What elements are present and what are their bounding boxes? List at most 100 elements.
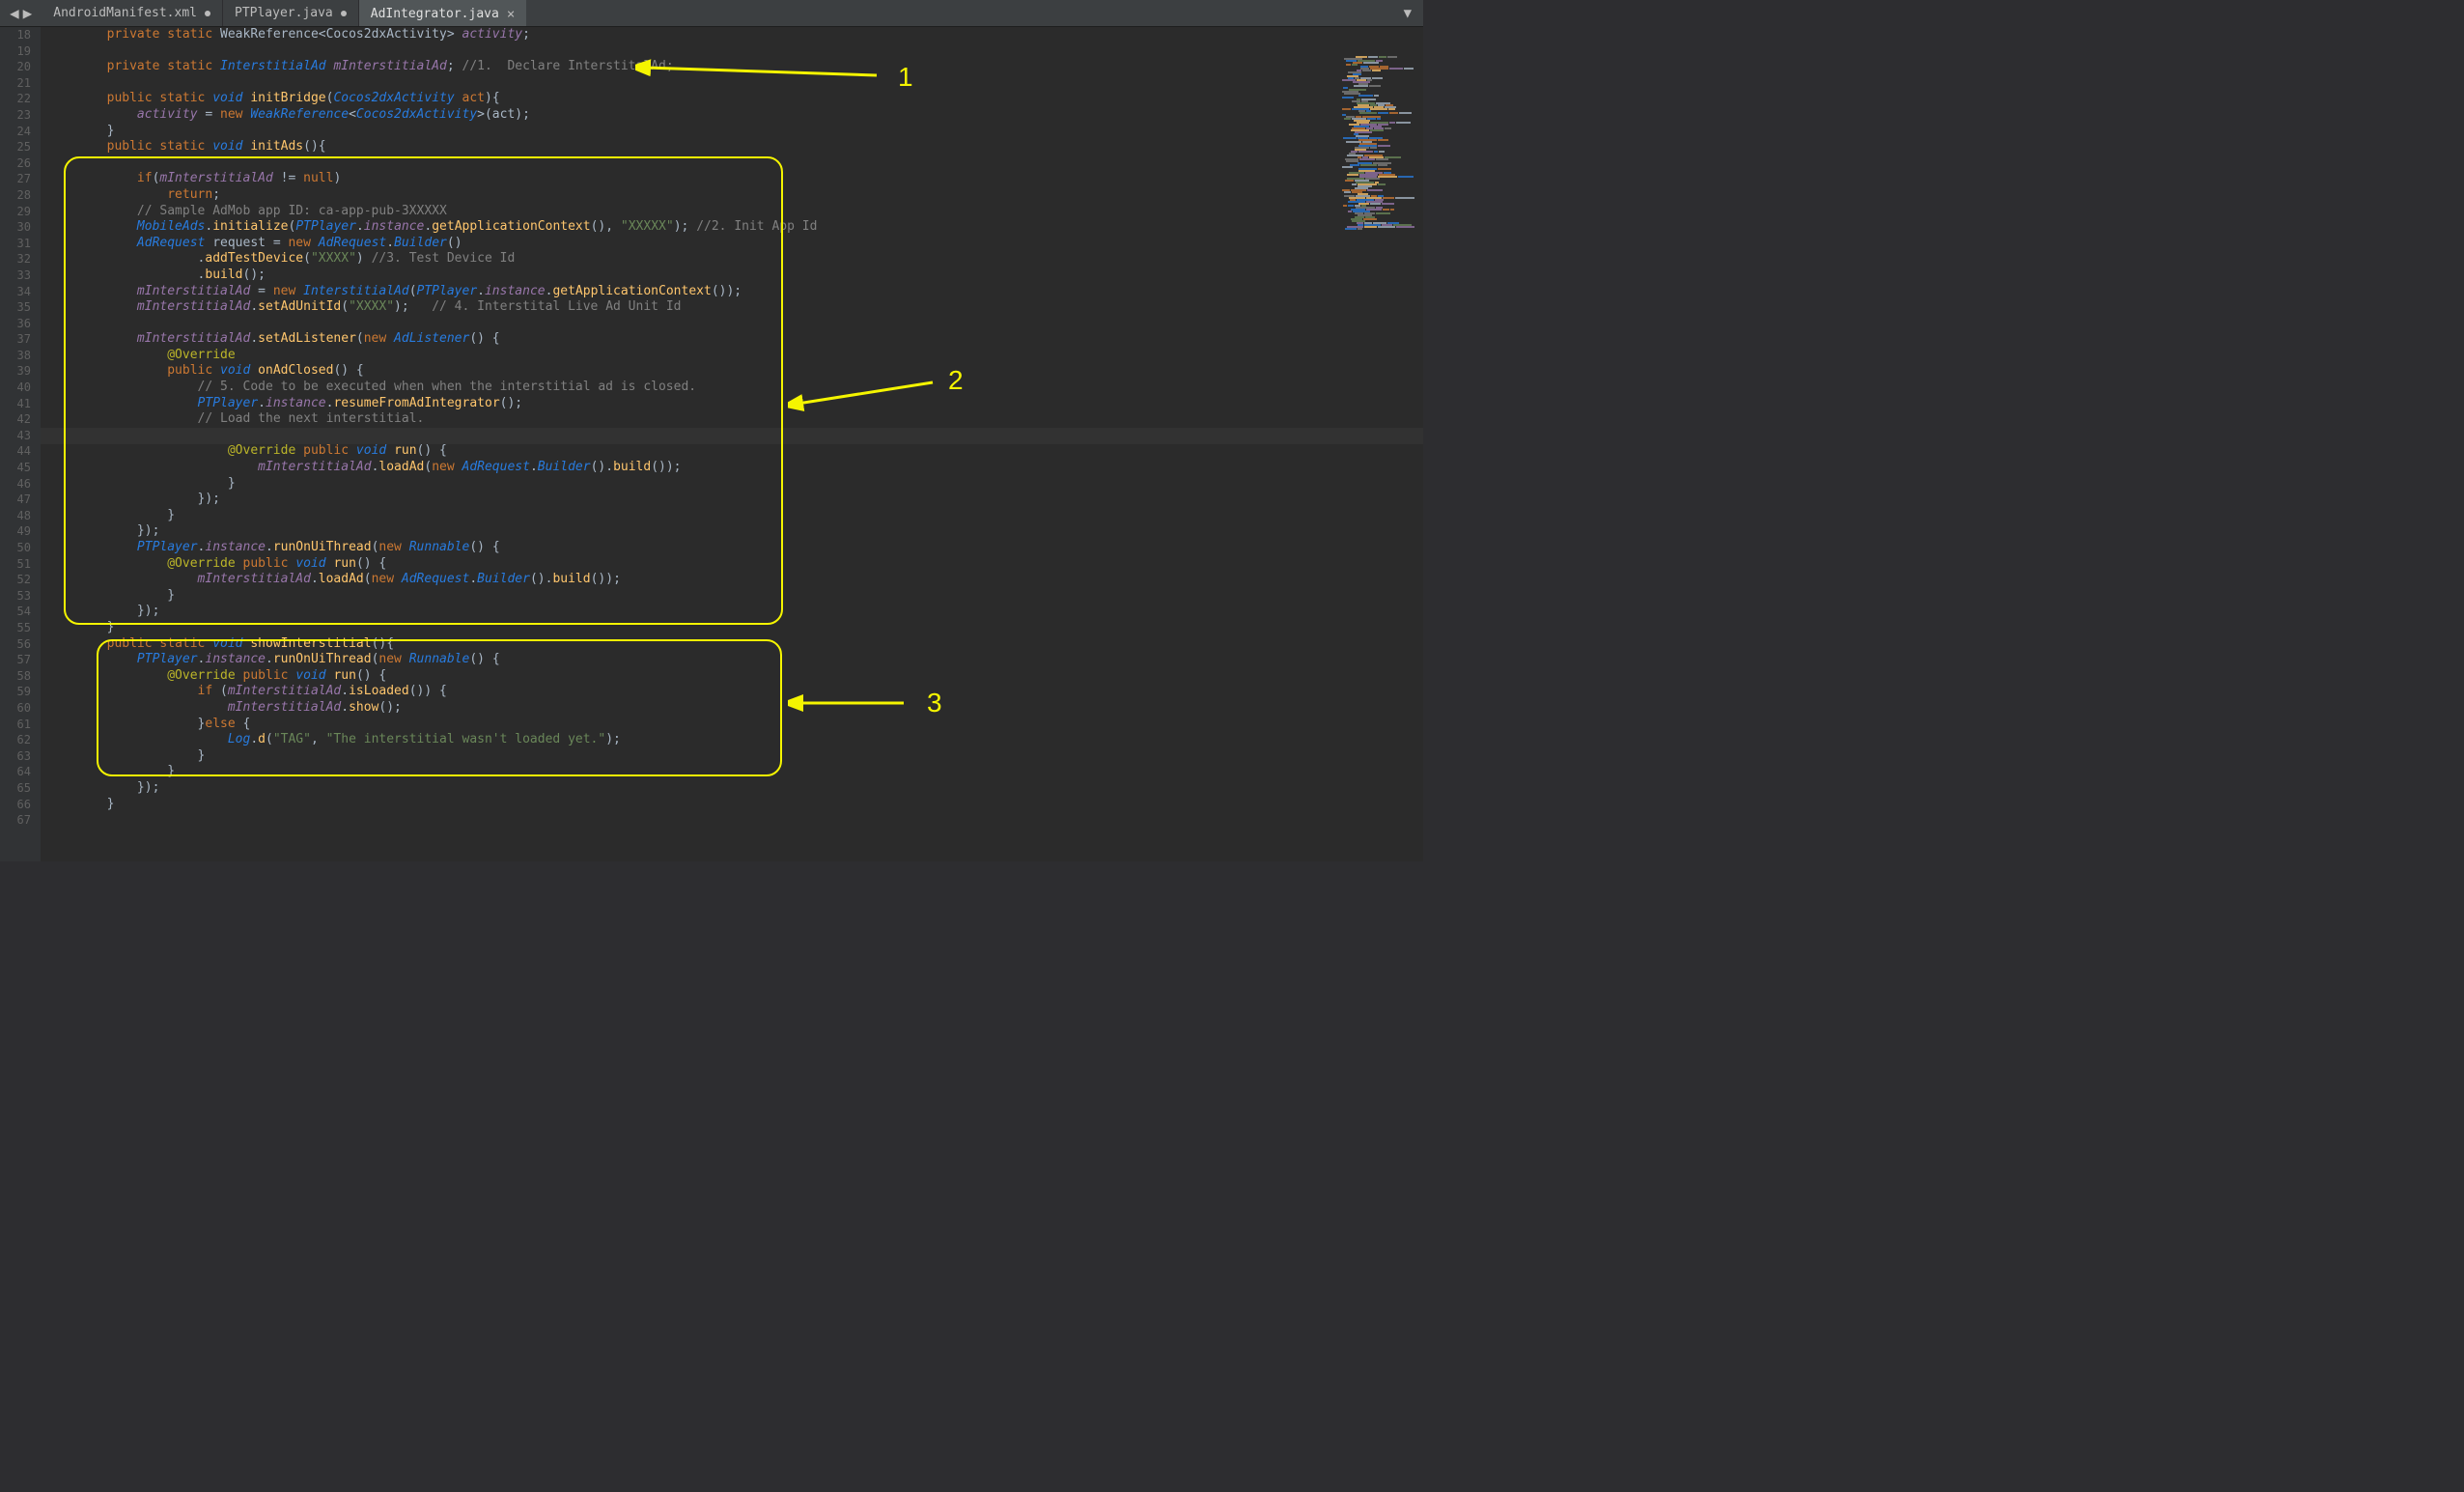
editor-area: 1819202122232425262728293031323334353637…	[0, 27, 1423, 861]
code-line[interactable]: PTPlayer.instance.runOnUiThread(new Runn…	[46, 540, 1423, 556]
nav-forward-icon[interactable]: ▶	[23, 4, 33, 22]
code-line[interactable]: mInterstitialAd.setAdListener(new AdList…	[46, 331, 1423, 348]
code-line[interactable]: mInterstitialAd.loadAd(new AdRequest.Bui…	[46, 572, 1423, 588]
code-line[interactable]: PTPlayer.instance.resumeFromAdIntegrator…	[46, 396, 1423, 412]
line-number: 35	[0, 299, 31, 316]
code-line[interactable]: public void onAdClosed() {	[46, 363, 1423, 380]
code-line[interactable]: public static void initAds(){	[46, 139, 1423, 155]
code-line[interactable]: });	[46, 523, 1423, 540]
code-pane[interactable]: private static WeakReference<Cocos2dxAct…	[41, 27, 1423, 861]
code-line[interactable]: MobileAds.initialize(PTPlayer.instance.g…	[46, 219, 1423, 236]
code-line[interactable]: @Override public void run() {	[46, 668, 1423, 685]
line-number: 39	[0, 363, 31, 380]
code-line[interactable]: }else {	[46, 717, 1423, 733]
line-number: 59	[0, 684, 31, 700]
line-number: 28	[0, 187, 31, 204]
code-line[interactable]: });	[46, 780, 1423, 797]
line-number: 36	[0, 316, 31, 332]
code-line[interactable]: return;	[46, 187, 1423, 204]
line-number: 23	[0, 107, 31, 124]
line-number: 26	[0, 155, 31, 172]
line-number: 45	[0, 460, 31, 476]
line-number: 56	[0, 636, 31, 653]
tab-adintegrator-java[interactable]: AdIntegrator.java ×	[359, 0, 527, 26]
line-number: 38	[0, 348, 31, 364]
code-line[interactable]: PTPlayer.instance.runOnUiThread(new Runn…	[46, 652, 1423, 668]
code-line[interactable]: AdRequest request = new AdRequest.Builde…	[46, 236, 1423, 252]
line-number: 29	[0, 204, 31, 220]
line-number: 55	[0, 620, 31, 636]
line-number: 66	[0, 797, 31, 813]
code-line[interactable]: mInterstitialAd.setAdUnitId("XXXX"); // …	[46, 299, 1423, 316]
line-number: 41	[0, 396, 31, 412]
code-line[interactable]: }	[46, 764, 1423, 780]
code-line[interactable]: });	[46, 604, 1423, 620]
code-line[interactable]	[46, 43, 1423, 60]
line-number: 50	[0, 540, 31, 556]
code-line[interactable]: private static WeakReference<Cocos2dxAct…	[46, 27, 1423, 43]
line-number: 21	[0, 75, 31, 92]
line-number: 24	[0, 124, 31, 140]
code-line[interactable]: }	[46, 797, 1423, 813]
code-line[interactable]: Log.d("TAG", "The interstitial wasn't lo…	[46, 732, 1423, 748]
code-line[interactable]: mInterstitialAd.show();	[46, 700, 1423, 717]
line-number: 34	[0, 284, 31, 300]
code-line[interactable]: mInterstitialAd.loadAd(new AdRequest.Bui…	[46, 460, 1423, 476]
line-number: 44	[0, 443, 31, 460]
close-icon[interactable]: ×	[507, 7, 515, 22]
code-line[interactable]: // 5. Code to be executed when when the …	[46, 380, 1423, 396]
code-line[interactable]: public static void initBridge(Cocos2dxAc…	[46, 91, 1423, 107]
line-number: 57	[0, 652, 31, 668]
code-line[interactable]	[46, 812, 1423, 829]
nav-back-icon[interactable]: ◀	[10, 4, 19, 22]
line-number: 46	[0, 476, 31, 493]
line-number: 65	[0, 780, 31, 797]
line-number: 33	[0, 267, 31, 284]
line-number: 60	[0, 700, 31, 717]
tab-androidmanifest-xml[interactable]: AndroidManifest.xml	[42, 0, 223, 26]
line-number: 49	[0, 523, 31, 540]
code-line[interactable]	[46, 155, 1423, 172]
line-number: 47	[0, 492, 31, 508]
code-line[interactable]: private static InterstitialAd mInterstit…	[46, 59, 1423, 75]
line-number: 54	[0, 604, 31, 620]
code-line[interactable]: public static void showInterstitial(){	[46, 636, 1423, 653]
tabs-container: AndroidManifest.xmlPTPlayer.javaAdIntegr…	[42, 0, 526, 26]
tab-label: AdIntegrator.java	[371, 7, 499, 21]
code-line[interactable]: if (mInterstitialAd.isLoaded()) {	[46, 684, 1423, 700]
code-line[interactable]: @Override	[46, 348, 1423, 364]
code-line[interactable]: // Load the next interstitial.	[46, 411, 1423, 428]
code-line[interactable]: @Override public void run() {	[46, 556, 1423, 573]
code-line[interactable]	[46, 316, 1423, 332]
code-line[interactable]	[46, 75, 1423, 92]
code-line[interactable]: // Sample AdMob app ID: ca-app-pub-3XXXX…	[46, 204, 1423, 220]
line-number: 52	[0, 572, 31, 588]
code-line[interactable]: .addTestDevice("XXXX") //3. Test Device …	[46, 251, 1423, 267]
line-number: 37	[0, 331, 31, 348]
code-line[interactable]: }	[46, 508, 1423, 524]
code-line[interactable]: mInterstitialAd = new InterstitialAd(PTP…	[46, 284, 1423, 300]
nav-arrows: ◀ ▶	[0, 4, 42, 22]
line-number: 48	[0, 508, 31, 524]
tab-ptplayer-java[interactable]: PTPlayer.java	[223, 0, 359, 26]
code-line[interactable]: @Override public void run() {	[46, 443, 1423, 460]
code-line[interactable]: }	[46, 124, 1423, 140]
code-line[interactable]: activity = new WeakReference<Cocos2dxAct…	[46, 107, 1423, 124]
tab-label: AndroidManifest.xml	[53, 6, 197, 20]
line-number: 19	[0, 43, 31, 60]
code-line[interactable]: }	[46, 620, 1423, 636]
line-number: 25	[0, 139, 31, 155]
code-line[interactable]: .build();	[46, 267, 1423, 284]
line-number: 30	[0, 219, 31, 236]
line-number: 64	[0, 764, 31, 780]
line-number: 51	[0, 556, 31, 573]
line-number: 32	[0, 251, 31, 267]
line-number: 62	[0, 732, 31, 748]
code-line[interactable]: }	[46, 588, 1423, 605]
code-line[interactable]: });	[46, 492, 1423, 508]
code-line[interactable]: }	[46, 748, 1423, 765]
tab-overflow-icon[interactable]: ▼	[1404, 6, 1412, 21]
code-line[interactable]: if(mInterstitialAd != null)	[46, 171, 1423, 187]
line-number: 20	[0, 59, 31, 75]
code-line[interactable]: }	[46, 476, 1423, 493]
